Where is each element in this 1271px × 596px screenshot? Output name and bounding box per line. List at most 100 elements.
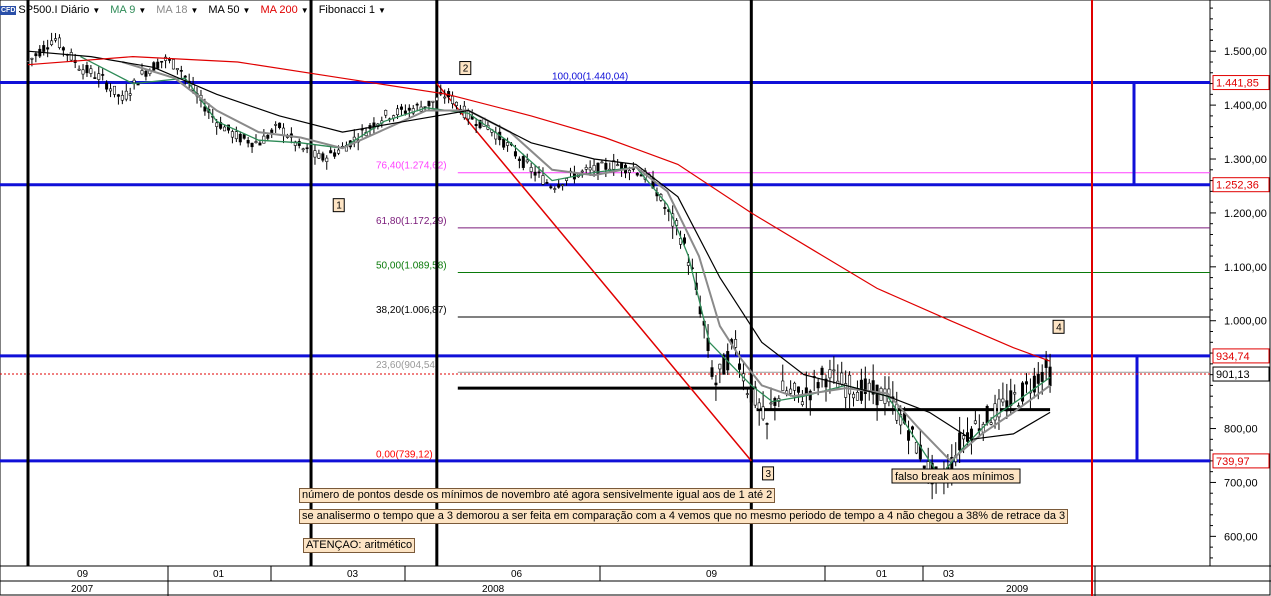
candle-body bbox=[313, 150, 317, 158]
candle-body bbox=[415, 103, 419, 106]
fib-level-label: 100,00(1.440,04) bbox=[552, 72, 628, 83]
chevron-down-icon[interactable]: ▼ bbox=[138, 6, 146, 15]
candle-body bbox=[848, 374, 852, 395]
candle-body bbox=[152, 62, 156, 71]
ma18-selector[interactable]: MA 18 ▼ bbox=[156, 4, 198, 16]
ma200-label: MA 200 bbox=[260, 4, 298, 16]
candle-body bbox=[710, 367, 714, 377]
candle-body bbox=[600, 161, 604, 164]
chevron-down-icon[interactable]: ▼ bbox=[301, 6, 309, 15]
fibonacci-selector[interactable]: Fibonacci 1 ▼ bbox=[319, 4, 386, 16]
candle-body bbox=[985, 406, 989, 424]
candle-body bbox=[753, 388, 757, 406]
candle-body bbox=[663, 207, 667, 209]
candle-body bbox=[54, 38, 58, 41]
candle-body bbox=[270, 129, 274, 134]
candle-body bbox=[337, 149, 341, 154]
candle-body bbox=[907, 430, 911, 441]
wave-point-label: 3 bbox=[766, 469, 772, 480]
candle-body bbox=[1036, 373, 1040, 384]
candle-body bbox=[1040, 372, 1044, 382]
candle-body bbox=[922, 465, 926, 469]
candle-body bbox=[840, 372, 844, 385]
ma200-selector[interactable]: MA 200 ▼ bbox=[260, 4, 308, 16]
candle-body bbox=[517, 158, 521, 161]
annotation-label: falso break aos mínimos bbox=[895, 471, 1015, 483]
ma18-label: MA 18 bbox=[156, 4, 188, 16]
candle-body bbox=[734, 339, 738, 348]
candle-body bbox=[305, 147, 309, 150]
candle-body bbox=[789, 388, 793, 394]
y-tick-label: 700,00 bbox=[1224, 477, 1258, 489]
candle-body bbox=[545, 181, 549, 184]
chart-window: CFD SP500.I Diário ▼ MA 9 ▼ MA 18 ▼ MA 5… bbox=[0, 0, 1271, 596]
blue-level-label: 1.441,85 bbox=[1216, 78, 1259, 90]
candle-body bbox=[61, 47, 65, 51]
candle-body bbox=[317, 153, 321, 159]
candle-body bbox=[537, 171, 541, 174]
price-chart[interactable]: 1.500,00 1.400,00 1.300,00 1.200,00 1.100,00… bbox=[0, 0, 1271, 596]
candle-body bbox=[525, 159, 529, 163]
candle-body bbox=[223, 126, 227, 132]
candle-body bbox=[796, 386, 800, 393]
candle-body bbox=[26, 60, 30, 63]
candle-body bbox=[800, 401, 804, 405]
candle-body bbox=[565, 178, 569, 181]
candle-body bbox=[973, 420, 977, 424]
candle-body bbox=[745, 393, 749, 395]
candle-body bbox=[993, 403, 997, 421]
candle-body bbox=[50, 40, 54, 45]
y-tick-label: 1.300,00 bbox=[1224, 154, 1267, 166]
year-tick-label: 2008 bbox=[482, 584, 505, 595]
candle-body bbox=[431, 100, 435, 103]
candle-body bbox=[989, 422, 993, 425]
candle-body bbox=[254, 141, 258, 143]
candle-body bbox=[309, 152, 313, 156]
blue-level-label: 934,74 bbox=[1216, 351, 1250, 363]
wave-point-label: 2 bbox=[463, 64, 469, 75]
candle-body bbox=[781, 380, 785, 391]
candle-body bbox=[588, 167, 592, 171]
fib-level-label: 0,00(739,12) bbox=[376, 449, 433, 460]
instrument-selector[interactable]: CFD SP500.I Diário ▼ bbox=[0, 4, 100, 16]
y-tick-label: 800,00 bbox=[1224, 424, 1258, 436]
candle-body bbox=[553, 188, 557, 190]
ma50-selector[interactable]: MA 50 ▼ bbox=[208, 4, 250, 16]
candle-body bbox=[77, 68, 81, 71]
chevron-down-icon[interactable]: ▼ bbox=[190, 6, 198, 15]
month-tick-label: 09 bbox=[77, 569, 89, 580]
chevron-down-icon[interactable]: ▼ bbox=[378, 6, 386, 15]
candle-body bbox=[242, 134, 246, 139]
chevron-down-icon[interactable]: ▼ bbox=[92, 6, 100, 15]
candle-body bbox=[57, 37, 61, 48]
fibonacci-label: Fibonacci 1 bbox=[318, 4, 375, 16]
candle-body bbox=[529, 167, 533, 172]
candle-body bbox=[513, 151, 517, 157]
candle-body bbox=[738, 363, 742, 370]
candle-body bbox=[820, 367, 824, 376]
candle-body bbox=[246, 140, 250, 144]
candle-body bbox=[116, 94, 120, 97]
ma9-label: MA 9 bbox=[110, 4, 136, 16]
candle-body bbox=[42, 45, 46, 52]
annotation-note: número de pontos desde os mínimos de nov… bbox=[299, 488, 776, 503]
candle-body bbox=[1001, 398, 1005, 403]
candle-body bbox=[30, 57, 34, 60]
wave-point-label: 1 bbox=[336, 201, 342, 212]
candle-body bbox=[34, 53, 38, 57]
candle-body bbox=[757, 402, 761, 410]
candle-body bbox=[234, 131, 238, 140]
chevron-down-icon[interactable]: ▼ bbox=[243, 6, 251, 15]
candle-body bbox=[682, 237, 686, 244]
candle-body bbox=[958, 432, 962, 451]
ma9-selector[interactable]: MA 9 ▼ bbox=[110, 4, 146, 16]
candle-body bbox=[454, 101, 458, 106]
candle-body bbox=[557, 184, 561, 188]
candle-body bbox=[329, 150, 333, 154]
candle-body bbox=[541, 175, 545, 185]
candle-body bbox=[124, 90, 128, 100]
candle-body bbox=[120, 95, 124, 101]
current-price-label: 901,13 bbox=[1216, 369, 1250, 381]
candle-body bbox=[804, 387, 808, 394]
chart-toolbar: CFD SP500.I Diário ▼ MA 9 ▼ MA 18 ▼ MA 5… bbox=[0, 0, 396, 20]
